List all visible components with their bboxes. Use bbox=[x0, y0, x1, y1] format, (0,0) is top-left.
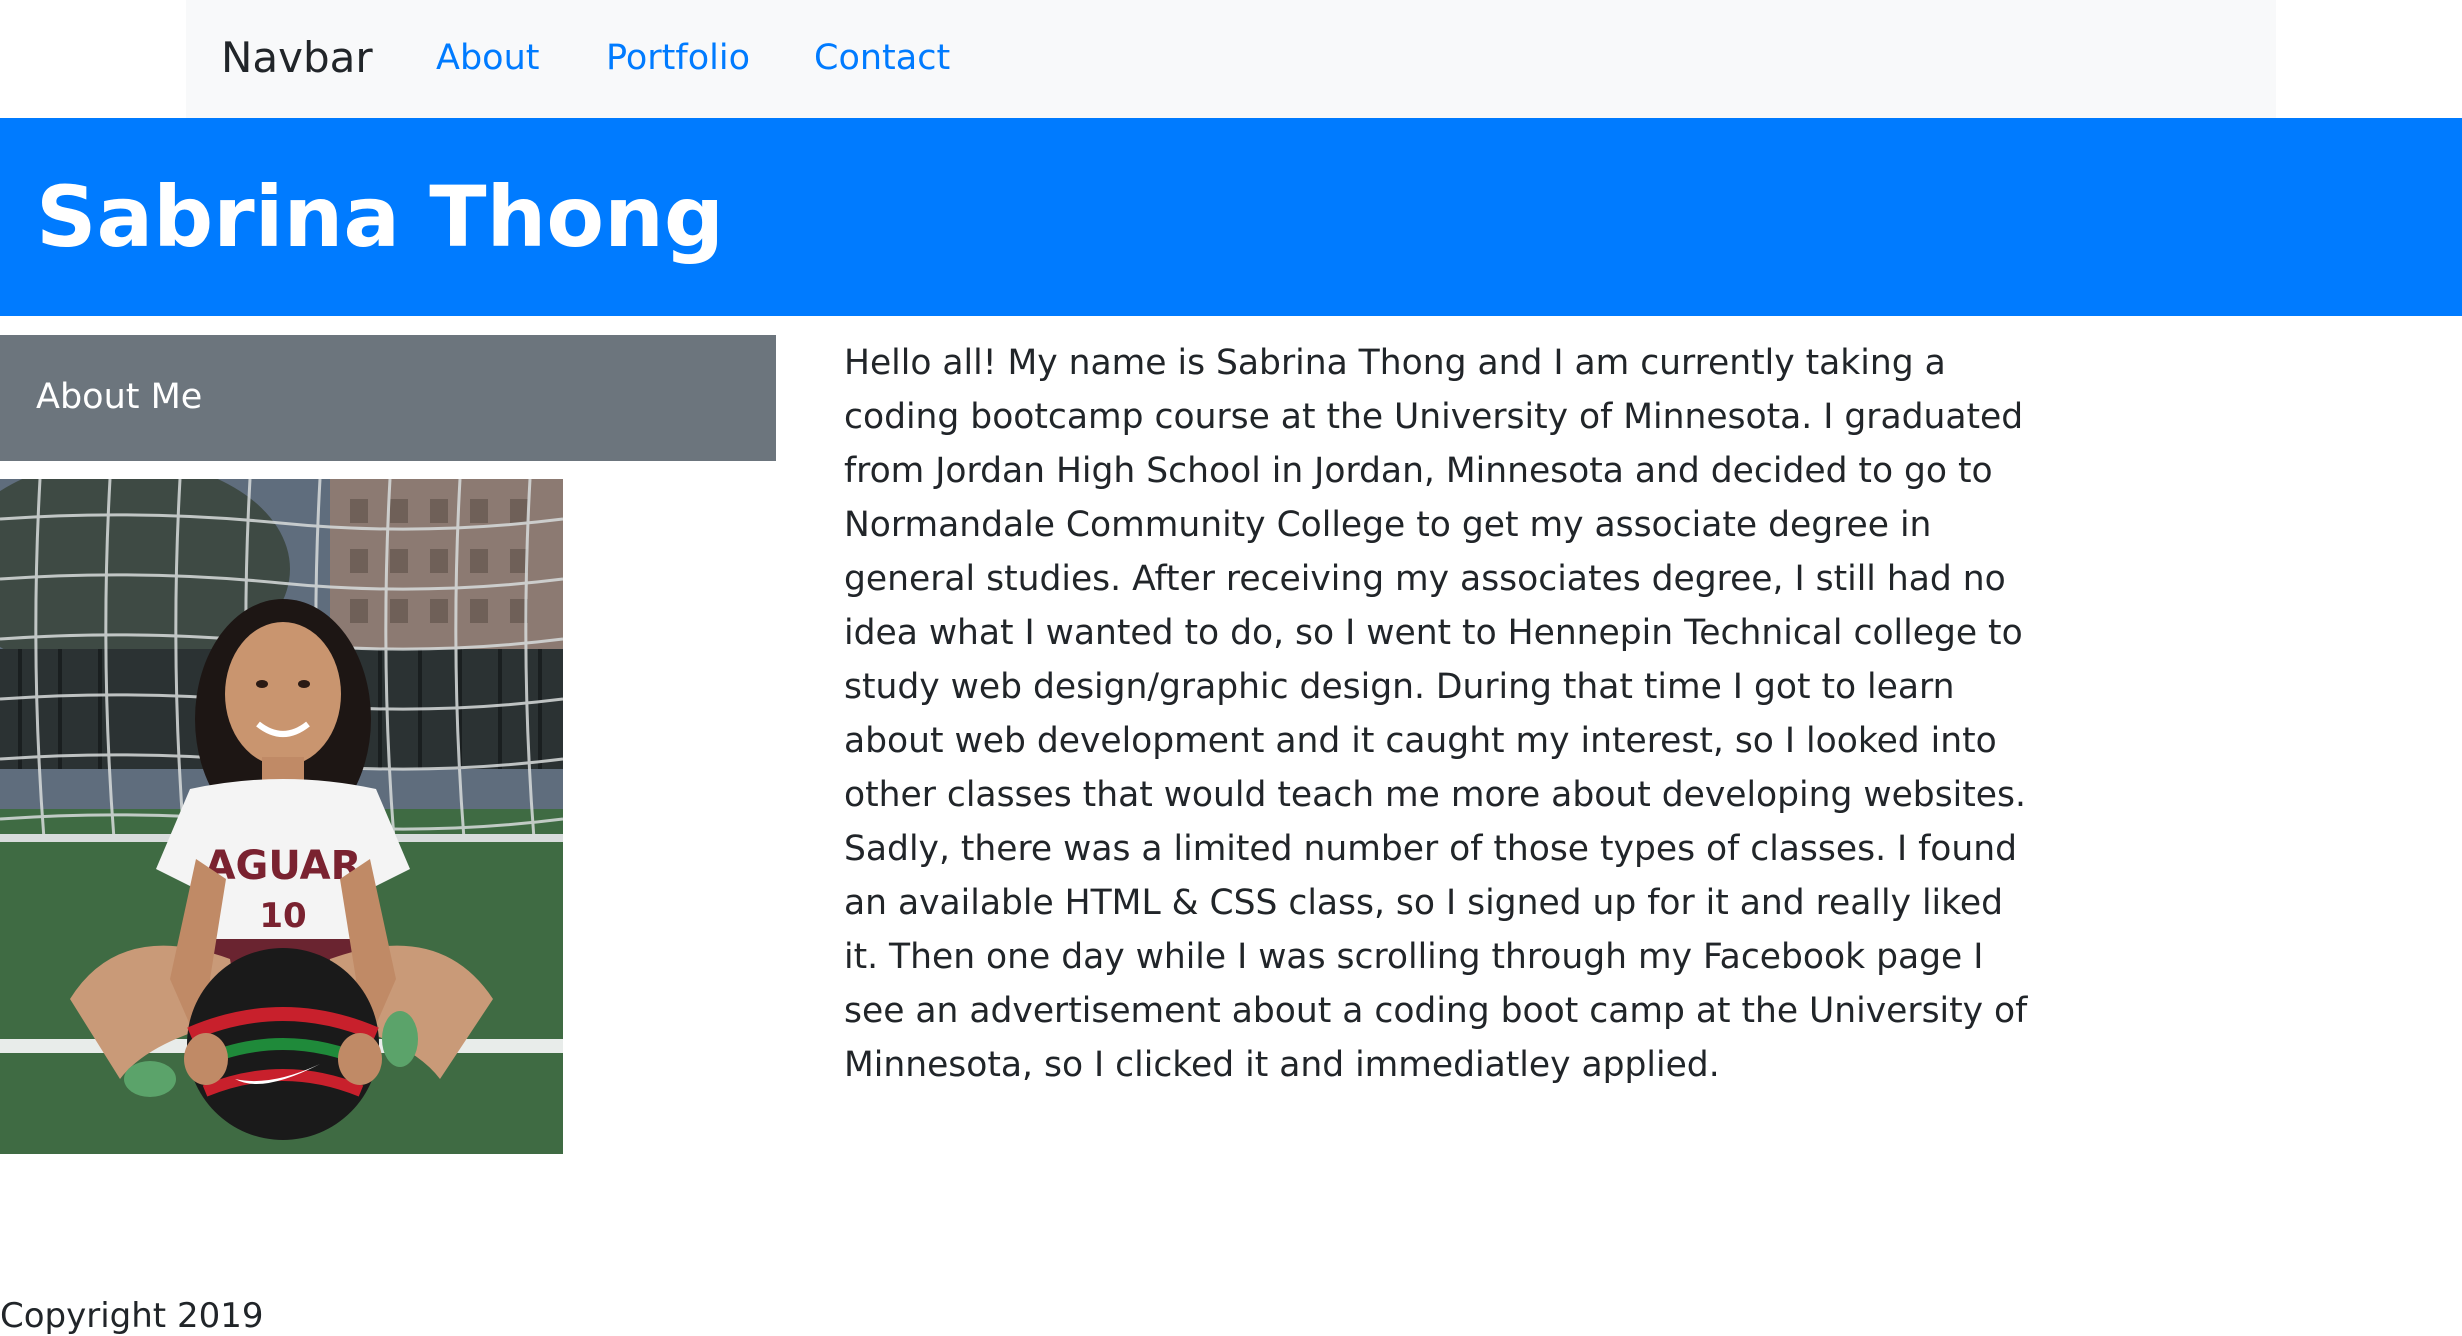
navbar: Navbar About Portfolio Contact bbox=[186, 0, 2276, 118]
profile-photo: AGUAR 10 bbox=[0, 479, 563, 1154]
jersey-text: AGUAR bbox=[205, 843, 362, 889]
nav-link-contact[interactable]: Contact bbox=[814, 30, 950, 86]
footer-copyright: Copyright 2019 bbox=[0, 1296, 264, 1336]
about-me-card-header: About Me bbox=[0, 335, 776, 461]
navbar-brand[interactable]: Navbar bbox=[221, 28, 373, 88]
nav-link-about[interactable]: About bbox=[436, 30, 539, 86]
bio-paragraph: Hello all! My name is Sabrina Thong and … bbox=[844, 343, 2028, 1085]
jersey-number: 10 bbox=[259, 896, 306, 936]
page-title: Sabrina Thong bbox=[36, 168, 724, 266]
about-me-title: About Me bbox=[36, 377, 203, 417]
nav-link-portfolio[interactable]: Portfolio bbox=[606, 30, 750, 86]
page-header: Sabrina Thong bbox=[0, 118, 2462, 316]
navbar-container: Navbar About Portfolio Contact bbox=[0, 0, 2462, 118]
